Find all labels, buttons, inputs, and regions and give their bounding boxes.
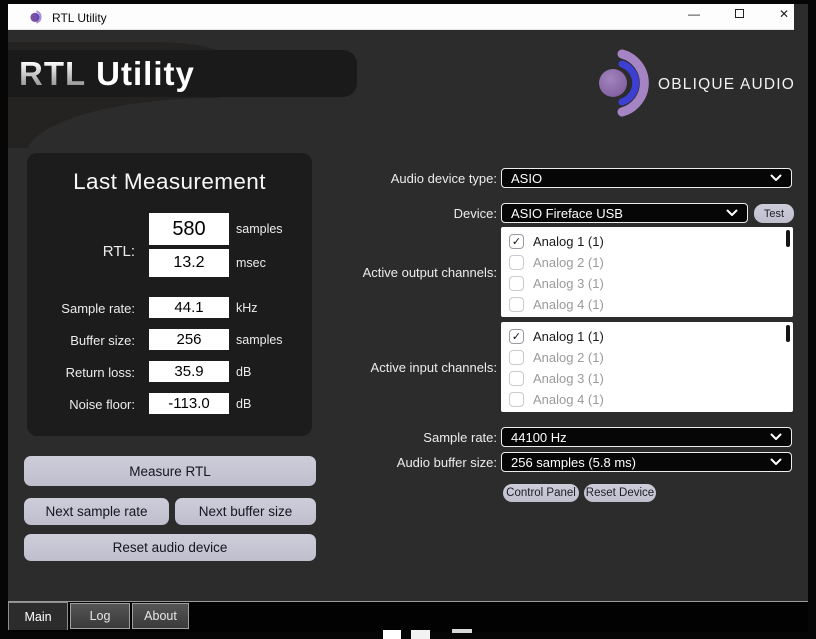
sample-rate-select-value: 44100 Hz: [511, 429, 567, 445]
checkbox-icon[interactable]: [509, 392, 524, 407]
output-channel-row[interactable]: Analog 2 (1): [501, 252, 793, 273]
noise-floor-unit: dB: [236, 397, 252, 411]
buffer-size-value: 256: [149, 329, 229, 350]
audio-device-type-select[interactable]: ASIO: [501, 168, 792, 188]
noise-floor-value: -113.0: [149, 393, 229, 414]
measure-rtl-button[interactable]: Measure RTL: [24, 456, 316, 486]
next-sample-rate-button[interactable]: Next sample rate: [24, 498, 169, 525]
reset-device-button[interactable]: Reset Device: [584, 484, 656, 502]
sample-rate-select-label: Sample rate:: [423, 430, 497, 445]
buffer-size-unit: samples: [236, 333, 283, 347]
device-value: ASIO Fireface USB: [511, 205, 623, 221]
device-select[interactable]: ASIO Fireface USB: [501, 203, 748, 223]
device-label: Device:: [453, 206, 497, 221]
background-window-fragment: [452, 629, 472, 633]
rtl-label: RTL:: [102, 243, 135, 260]
last-measurement-title: Last Measurement: [73, 169, 266, 194]
header-title-utility: Utility: [96, 54, 195, 92]
checkbox-icon[interactable]: [509, 371, 524, 386]
return-loss-label: Return loss:: [65, 365, 135, 380]
app-header: RTL Utility: [8, 50, 357, 97]
tab-log[interactable]: Log: [70, 603, 130, 629]
channel-label: Analog 4 (1): [533, 297, 604, 312]
output-channel-row[interactable]: ✓ Analog 1 (1): [501, 231, 793, 252]
close-icon: ✕: [778, 6, 790, 21]
audio-device-type-value: ASIO: [511, 170, 543, 186]
tab-main[interactable]: Main: [8, 602, 68, 630]
rtl-msec-value: 13.2: [149, 249, 229, 277]
checkbox-icon[interactable]: [509, 276, 524, 291]
maximize-button[interactable]: [724, 4, 754, 23]
channel-label: Analog 2 (1): [533, 350, 604, 365]
sample-rate-label: Sample rate:: [61, 301, 135, 316]
test-button[interactable]: Test: [754, 204, 794, 223]
checkbox-icon[interactable]: [509, 350, 524, 365]
return-loss-unit: dB: [236, 365, 252, 379]
checkbox-icon[interactable]: [509, 297, 524, 312]
rtl-samples-unit: samples: [236, 222, 283, 236]
last-measurement-panel: Last Measurement RTL: 580 samples 13.2 m…: [27, 153, 312, 436]
channel-label: Analog 3 (1): [533, 276, 604, 291]
title-bar: RTL Utility: [8, 4, 794, 30]
maximize-icon: [734, 9, 744, 18]
header-title-rtl: RTL: [19, 54, 87, 92]
output-channel-row[interactable]: Analog 3 (1): [501, 273, 793, 294]
close-button[interactable]: ✕: [769, 4, 799, 23]
audio-buffer-size-value: 256 samples (5.8 ms): [511, 454, 636, 470]
chevron-down-icon: [726, 209, 738, 217]
active-input-channels-label: Active input channels:: [370, 360, 497, 375]
chevron-down-icon: [770, 458, 782, 466]
oblique-audio-logo-icon: [599, 49, 649, 117]
input-channel-row[interactable]: Analog 4 (1): [501, 389, 793, 410]
next-buffer-size-button[interactable]: Next buffer size: [175, 498, 316, 525]
checkbox-checked-icon[interactable]: ✓: [509, 329, 524, 344]
channel-label: Analog 1 (1): [533, 329, 604, 344]
input-channel-row[interactable]: Analog 2 (1): [501, 347, 793, 368]
rtl-utility-app-icon: [30, 10, 42, 24]
sample-rate-select[interactable]: 44100 Hz: [501, 427, 792, 447]
active-output-channels-label: Active output channels:: [362, 265, 497, 280]
channel-label: Analog 3 (1): [533, 371, 604, 386]
channel-label: Analog 4 (1): [533, 392, 604, 407]
screen: RTL Utility — ✕ RTL Utility OBLIQUE AUDI…: [0, 0, 816, 639]
input-channel-row[interactable]: Analog 3 (1): [501, 368, 793, 389]
buffer-size-label: Buffer size:: [70, 333, 135, 348]
minimize-icon: —: [688, 6, 700, 21]
output-channel-row[interactable]: Analog 4 (1): [501, 294, 793, 315]
audio-buffer-size-select[interactable]: 256 samples (5.8 ms): [501, 452, 792, 472]
checkbox-icon[interactable]: [509, 255, 524, 270]
audio-buffer-size-label: Audio buffer size:: [396, 455, 497, 470]
minimize-button[interactable]: —: [679, 4, 709, 23]
brand-name: OBLIQUE AUDIO: [658, 76, 796, 93]
window-title: RTL Utility: [52, 11, 107, 25]
sample-rate-value: 44.1: [149, 297, 229, 318]
noise-floor-label: Noise floor:: [69, 397, 135, 412]
reset-audio-device-button[interactable]: Reset audio device: [24, 534, 316, 561]
control-panel-button[interactable]: Control Panel: [503, 484, 579, 502]
background-window-fragment: [411, 630, 430, 639]
rtl-samples-value: 580: [149, 213, 229, 245]
scrollbar-thumb[interactable]: [786, 325, 790, 342]
chevron-down-icon: [770, 174, 782, 182]
channel-label: Analog 2 (1): [533, 255, 604, 270]
input-channels-list[interactable]: ✓ Analog 1 (1) Analog 2 (1) Analog 3 (1)…: [501, 322, 793, 412]
tab-about[interactable]: About: [132, 603, 189, 629]
sample-rate-unit: kHz: [236, 301, 258, 315]
audio-device-type-label: Audio device type:: [390, 171, 497, 186]
input-channel-row[interactable]: ✓ Analog 1 (1): [501, 326, 793, 347]
output-channels-list[interactable]: ✓ Analog 1 (1) Analog 2 (1) Analog 3 (1)…: [501, 227, 793, 317]
return-loss-value: 35.9: [149, 361, 229, 382]
scrollbar-thumb[interactable]: [786, 230, 790, 247]
chevron-down-icon: [770, 433, 782, 441]
tab-strip: Main Log About: [8, 602, 808, 632]
rtl-msec-unit: msec: [236, 256, 266, 270]
checkbox-checked-icon[interactable]: ✓: [509, 234, 524, 249]
background-window-fragment: [383, 630, 401, 639]
channel-label: Analog 1 (1): [533, 234, 604, 249]
